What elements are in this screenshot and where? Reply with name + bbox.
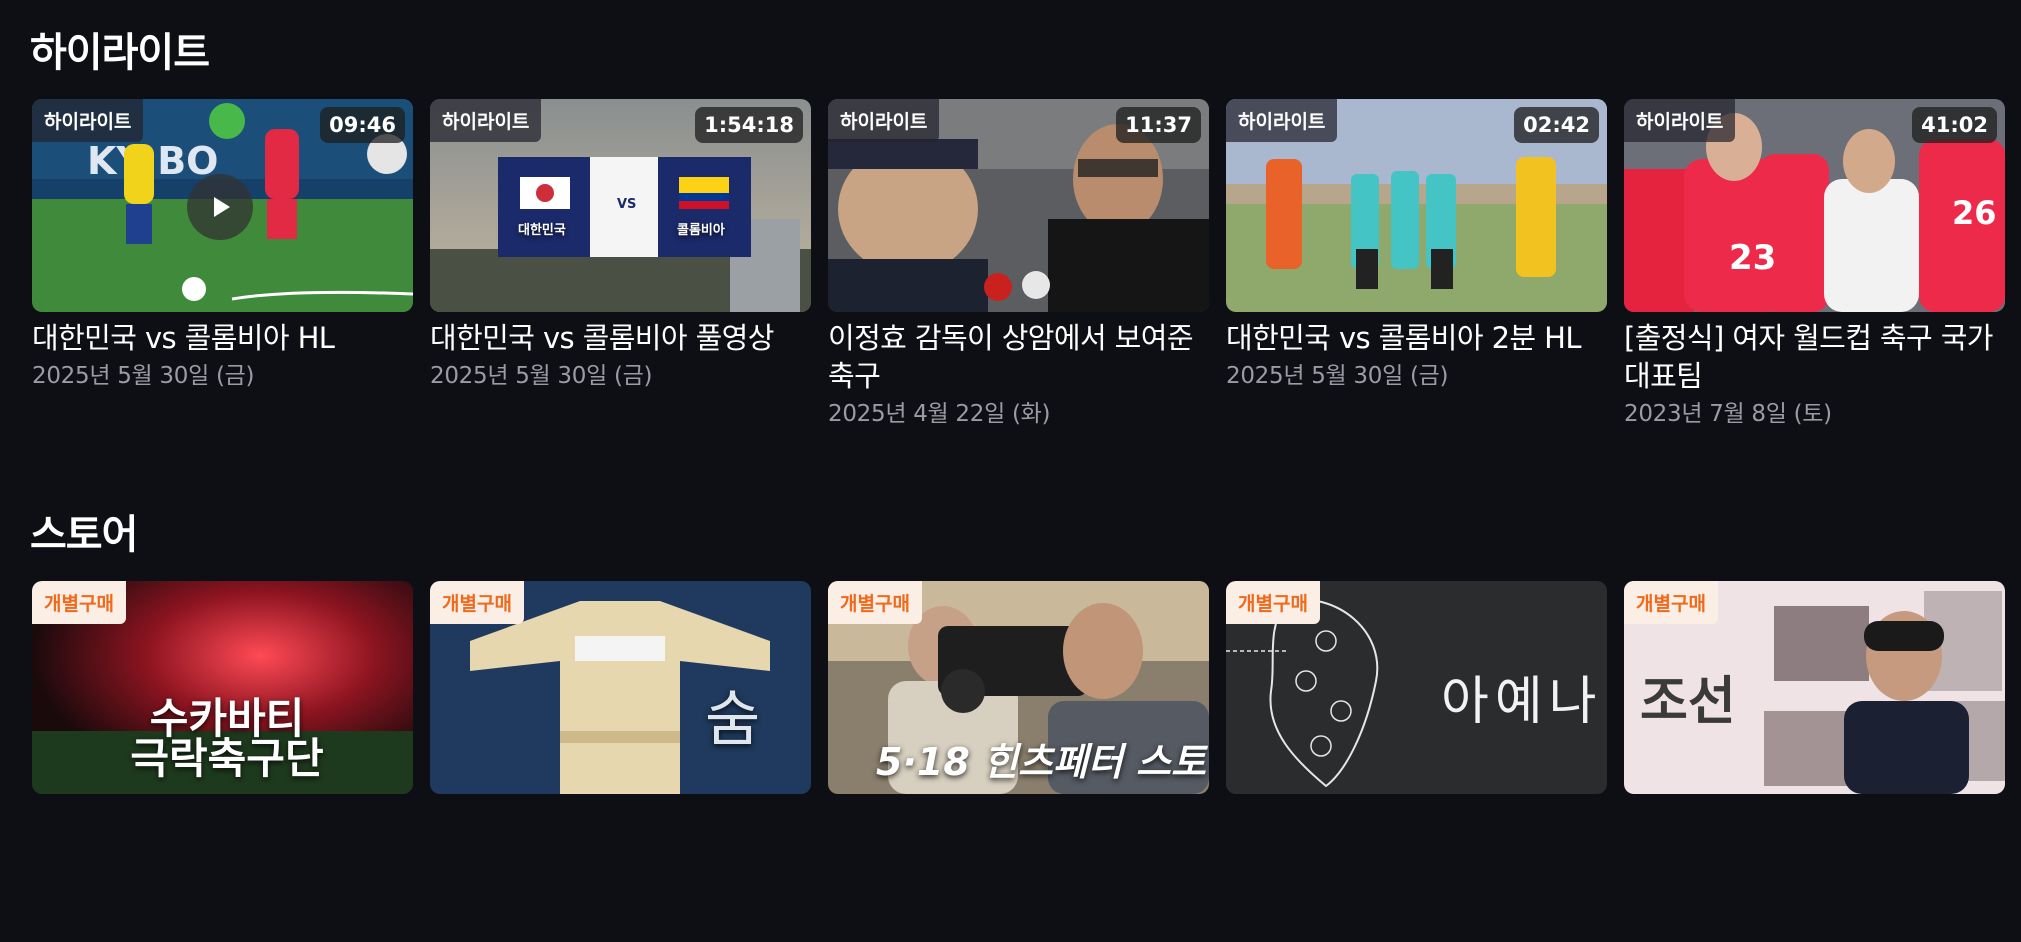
highlight-card[interactable]: 하이라이트 11:37 이정효 감독이 상암에서 보여준 축구 2025년 4월… (828, 99, 1209, 429)
highlight-badge: 하이라이트 (1624, 99, 1736, 142)
video-thumbnail[interactable]: 하이라이트 02:42 (1226, 99, 1607, 312)
video-duration: 02:42 (1514, 107, 1599, 143)
video-duration: 11:37 (1116, 107, 1201, 143)
store-badge: 개별구매 (32, 581, 126, 624)
store-card[interactable]: 조선 개별구매 (1624, 581, 2005, 794)
section-title-highlights: 하이라이트 (30, 30, 210, 76)
video-duration: 1:54:18 (695, 107, 803, 143)
svg-text:26: 26 (1952, 194, 1997, 232)
store-thumbnail[interactable]: 조선 개별구매 (1624, 581, 2005, 794)
thumbnail-text-vs: VS (617, 197, 637, 212)
highlight-card[interactable]: 대한민국 VS 콜롬비아 하이라이트 1:54:18 대한민국 vs 콜롬비아 … (430, 99, 811, 391)
video-date: 2025년 5월 30일 (금) (1226, 363, 1449, 389)
video-thumbnail[interactable]: 23 26 하이라이트 41:02 (1624, 99, 2005, 312)
store-thumbnail[interactable]: 5·18 힌츠페터 스토리 개별구매 (828, 581, 1209, 794)
video-date: 2023년 7월 8일 (토) (1624, 401, 1832, 427)
video-title[interactable]: 대한민국 vs 콜롬비아 풀영상 (430, 319, 811, 357)
store-card[interactable]: 수카바티 극락축구단 개별구매 (32, 581, 413, 794)
store-thumbnail-title: 5·18 힌츠페터 스토리 (876, 740, 1209, 784)
video-title[interactable]: 이정효 감독이 상암에서 보여준 축구 (828, 319, 1209, 395)
thumbnail-text-colombia: 콜롬비아 (677, 223, 725, 238)
svg-text:23: 23 (1729, 238, 1776, 278)
video-thumbnail[interactable]: KY BO 하이라이트 09:46 (32, 99, 413, 312)
highlight-badge: 하이라이트 (430, 99, 542, 142)
store-thumbnail-title: 아예나 (1441, 672, 1603, 732)
video-date: 2025년 5월 30일 (금) (430, 363, 653, 389)
section-title-store: 스토어 (30, 512, 138, 558)
video-title[interactable]: [출정식] 여자 월드컵 축구 국가대표팀 (1624, 319, 2005, 395)
store-thumbnail-title: 수카바티 극락축구단 (130, 694, 324, 783)
store-badge: 개별구매 (1226, 581, 1320, 624)
store-thumbnail[interactable]: 아예나 개별구매 (1226, 581, 1607, 794)
highlight-card[interactable]: KY BO 하이라이트 09:46 대한민국 vs 콜롬비아 HL 2025년 … (32, 99, 413, 391)
store-card[interactable]: 숨 개별구매 (430, 581, 811, 794)
video-thumbnail[interactable]: 대한민국 VS 콜롬비아 하이라이트 1:54:18 (430, 99, 811, 312)
store-thumbnail[interactable]: 숨 개별구매 (430, 581, 811, 794)
video-date: 2025년 4월 22일 (화) (828, 401, 1051, 427)
video-duration: 41:02 (1912, 107, 1997, 143)
store-thumbnail[interactable]: 수카바티 극락축구단 개별구매 (32, 581, 413, 794)
highlight-badge: 하이라이트 (828, 99, 940, 142)
highlight-card[interactable]: 하이라이트 02:42 대한민국 vs 콜롬비아 2분 HL 2025년 5월 … (1226, 99, 1607, 391)
play-icon (214, 197, 230, 217)
video-title[interactable]: 대한민국 vs 콜롬비아 HL (32, 319, 413, 357)
video-thumbnail[interactable]: 하이라이트 11:37 (828, 99, 1209, 312)
highlight-card[interactable]: 23 26 하이라이트 41:02 [출정식] 여자 월드컵 축구 국가대표팀 … (1624, 99, 2005, 429)
play-button[interactable] (187, 174, 253, 240)
store-thumbnail-title: 숨 (705, 685, 761, 755)
highlight-badge: 하이라이트 (1226, 99, 1338, 142)
video-title[interactable]: 대한민국 vs 콜롬비아 2분 HL (1226, 319, 1607, 357)
highlight-badge: 하이라이트 (32, 99, 144, 142)
store-card[interactable]: 5·18 힌츠페터 스토리 개별구매 (828, 581, 1209, 794)
video-duration: 09:46 (320, 107, 405, 143)
store-thumbnail-title: 조선 (1640, 672, 1736, 732)
video-date: 2025년 5월 30일 (금) (32, 363, 255, 389)
store-card[interactable]: 아예나 개별구매 (1226, 581, 1607, 794)
store-badge: 개별구매 (430, 581, 524, 624)
store-badge: 개별구매 (1624, 581, 1718, 624)
store-badge: 개별구매 (828, 581, 922, 624)
thumbnail-text-korea: 대한민국 (518, 223, 566, 238)
